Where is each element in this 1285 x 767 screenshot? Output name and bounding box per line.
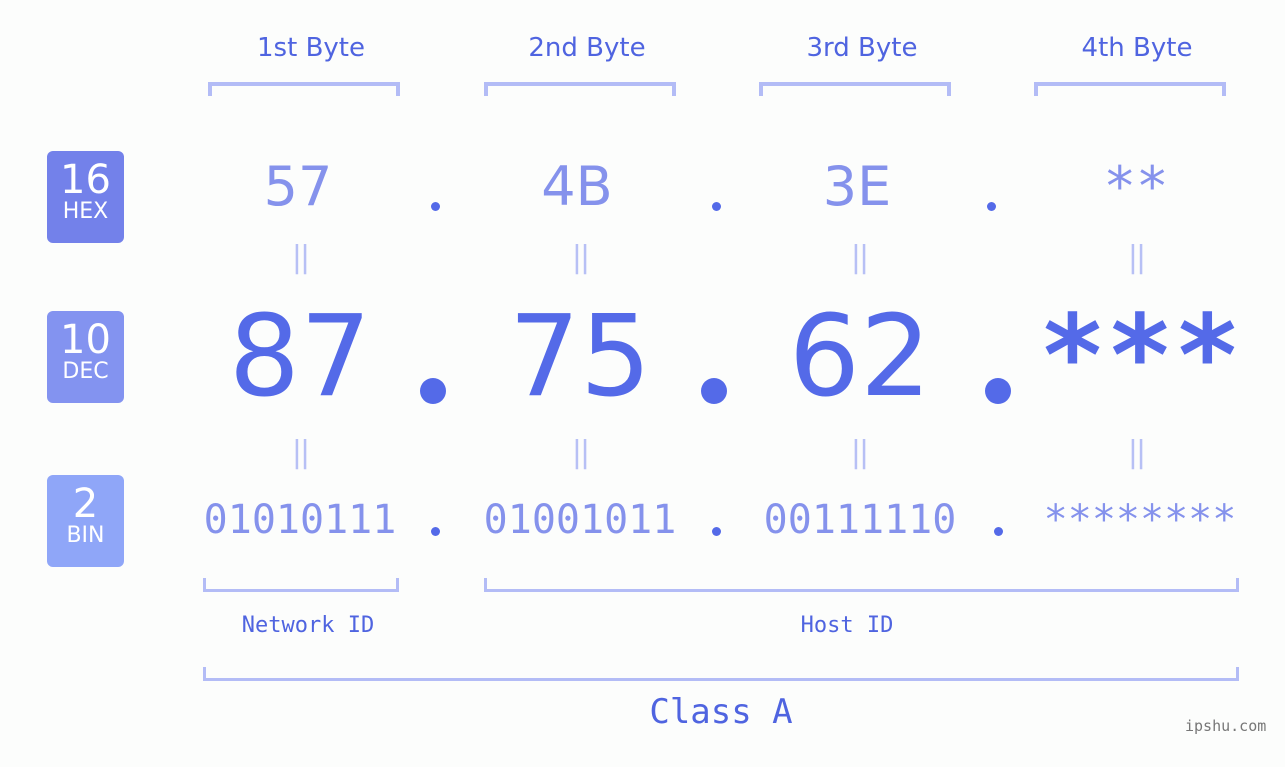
hex-dot-2 (712, 202, 721, 211)
ip-class-label: Class A (649, 692, 793, 732)
dec-value-3: 62 (788, 292, 932, 422)
byte-bracket-2 (484, 82, 676, 96)
bin-badge: 2 BIN (47, 475, 124, 567)
host-id-label: Host ID (800, 613, 894, 638)
dec-value-4: *** (1038, 292, 1242, 422)
hex-value-4: ** (1103, 155, 1169, 218)
bin-base: 2 (72, 481, 99, 527)
dec-dot-2 (701, 378, 727, 404)
network-id-label: Network ID (241, 613, 375, 638)
byte-bracket-4 (1034, 82, 1226, 96)
byte-label-2: 2nd Byte (528, 33, 646, 63)
byte-label-3: 3rd Byte (806, 33, 918, 63)
equals-sign: || (571, 240, 590, 275)
hex-value-2: 4B (541, 155, 613, 218)
network-id-bracket (203, 578, 399, 592)
hex-dot-1 (431, 202, 440, 211)
dec-value-2: 75 (508, 292, 652, 422)
host-id-bracket (484, 578, 1239, 592)
equals-sign: || (291, 240, 310, 275)
bin-value-4: ******** (1043, 497, 1237, 543)
bin-dot-1 (431, 527, 440, 536)
equals-sign: || (1127, 435, 1146, 470)
bin-dot-2 (712, 527, 721, 536)
hex-dot-3 (987, 202, 996, 211)
dec-dot-3 (985, 378, 1011, 404)
bin-label: BIN (66, 523, 105, 548)
equals-sign: || (291, 435, 310, 470)
dec-label: DEC (62, 359, 109, 384)
dec-badge: 10 DEC (47, 311, 124, 403)
bin-value-2: 01001011 (483, 497, 677, 543)
hex-value-3: 3E (822, 155, 892, 218)
dec-value-1: 87 (228, 292, 372, 422)
bin-value-3: 00111110 (763, 497, 957, 543)
bin-value-1: 01010111 (203, 497, 397, 543)
hex-base: 16 (60, 157, 111, 203)
hex-label: HEX (62, 199, 109, 224)
byte-bracket-3 (759, 82, 951, 96)
hex-value-1: 57 (263, 155, 333, 218)
class-bracket (203, 667, 1239, 681)
byte-bracket-1 (208, 82, 400, 96)
dec-dot-1 (420, 378, 446, 404)
equals-sign: || (850, 435, 869, 470)
byte-label-4: 4th Byte (1081, 33, 1193, 63)
dec-base: 10 (60, 317, 111, 363)
equals-sign: || (571, 435, 590, 470)
equals-sign: || (850, 240, 869, 275)
hex-badge: 16 HEX (47, 151, 124, 243)
byte-label-1: 1st Byte (257, 33, 365, 63)
bin-dot-3 (994, 527, 1003, 536)
watermark: ipshu.com (1185, 717, 1267, 735)
equals-sign: || (1127, 240, 1146, 275)
